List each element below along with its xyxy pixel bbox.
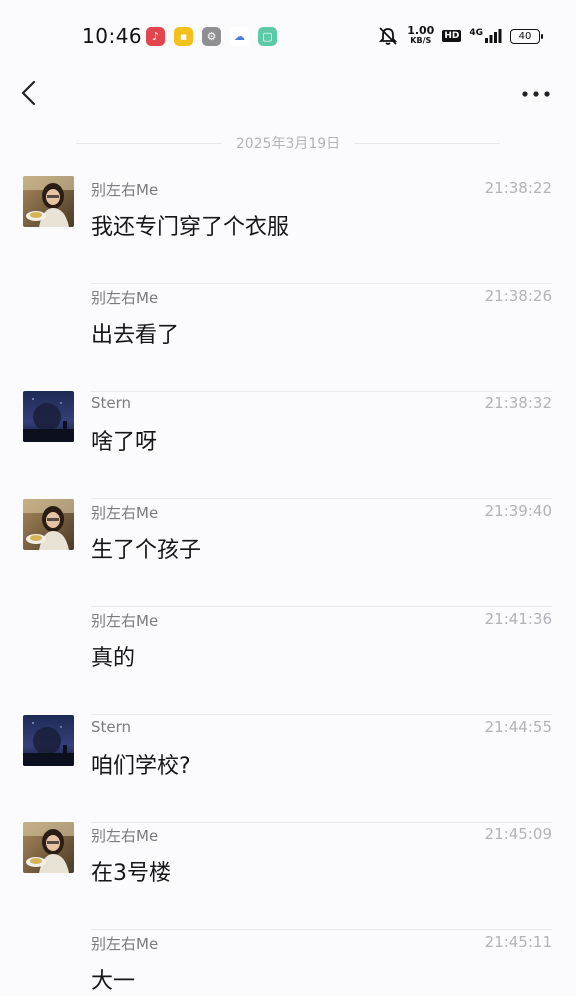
message-text: 出去看了 — [91, 322, 180, 348]
message-item[interactable]: Stern 21:44:55 咱们学校? — [0, 714, 576, 823]
music-app-icon: ♪ — [146, 27, 165, 46]
message-item[interactable]: 别左右Me 21:45:11 大一 — [0, 930, 576, 996]
messages-app-icon: ▢ — [258, 27, 277, 46]
sender-name: Stern — [91, 717, 132, 736]
message-text: 咱们学校? — [91, 753, 191, 779]
network-type: 4G — [469, 28, 483, 38]
sender-name: Stern — [91, 394, 132, 413]
separator-line — [75, 142, 222, 144]
sender-name: 别左右Me — [91, 504, 159, 523]
sender-name: 别左右Me — [91, 181, 159, 199]
message-item[interactable]: Stern 21:38:32 啥了呀 — [0, 391, 576, 500]
back-button[interactable] — [16, 78, 46, 108]
message-time: 21:38:22 — [484, 179, 552, 197]
silent-bell-icon — [379, 27, 398, 45]
status-time: 10:46 — [82, 24, 143, 48]
avatar[interactable] — [23, 714, 74, 766]
message-time: 21:41:36 — [484, 609, 552, 628]
signal-icon: 4G — [469, 28, 502, 44]
net-speed-value: 1.00 — [407, 24, 435, 37]
message-text: 啥了呀 — [91, 430, 158, 456]
battery-level: 40 — [518, 30, 532, 42]
more-button[interactable] — [520, 84, 554, 104]
settings-app-icon: ⚙ — [202, 27, 221, 46]
message-time: 21:45:09 — [484, 825, 552, 844]
avatar[interactable] — [23, 391, 74, 443]
net-speed: 1.00 KB/S — [407, 24, 435, 46]
sender-name: 别左右Me — [91, 611, 159, 630]
message-item[interactable]: 别左右Me 21:45:09 在3号楼 — [0, 822, 576, 931]
more-horizontal-icon — [522, 91, 550, 97]
notes-app-icon: ▪ — [174, 27, 193, 46]
message-text: 真的 — [91, 645, 136, 671]
notification-icons: ♪ ▪ ⚙ ☁ ▢ — [146, 27, 277, 46]
sender-name: 别左右Me — [91, 288, 159, 307]
avatar[interactable] — [23, 822, 74, 874]
message-item[interactable]: 别左右Me 21:39:40 生了个孩子 — [0, 499, 576, 608]
message-text: 我还专门穿了个衣服 — [91, 215, 290, 240]
hd-icon: HD — [442, 30, 462, 42]
message-time: 21:39:40 — [484, 502, 552, 521]
message-item[interactable]: 别左右Me 21:41:36 真的 — [0, 607, 576, 715]
message-item[interactable]: 别左右Me 21:38:22 我还专门穿了个衣服 — [0, 176, 576, 284]
net-speed-unit: KB/S — [410, 36, 432, 45]
message-time: 21:45:11 — [484, 932, 552, 951]
sender-name: 别左右Me — [91, 934, 159, 953]
message-item[interactable]: 别左右Me 21:38:26 出去看了 — [0, 284, 576, 392]
message-time: 21:38:26 — [484, 286, 552, 305]
message-time: 21:38:32 — [484, 394, 552, 413]
sender-name: 别左右Me — [91, 827, 159, 846]
separator-line — [354, 142, 501, 144]
message-text: 在3号楼 — [91, 861, 171, 887]
system-icons: 1.00 KB/S HD 4G 40 — [377, 24, 543, 46]
chevron-left-icon — [21, 80, 36, 106]
status-bar: 10:46 ♪ ▪ ⚙ ☁ ▢ 1.00 KB/S HD 4G 40 — [0, 0, 576, 70]
avatar[interactable] — [23, 499, 74, 551]
avatar[interactable] — [23, 176, 74, 227]
battery-icon: 40 — [510, 28, 543, 44]
message-text: 大一 — [91, 968, 136, 994]
message-time: 21:44:55 — [484, 717, 552, 736]
cloud-app-icon: ☁ — [230, 27, 249, 46]
date-separator: 2025年3月19日 — [0, 133, 576, 153]
message-text: 生了个孩子 — [91, 538, 202, 564]
date-label: 2025年3月19日 — [235, 136, 341, 152]
